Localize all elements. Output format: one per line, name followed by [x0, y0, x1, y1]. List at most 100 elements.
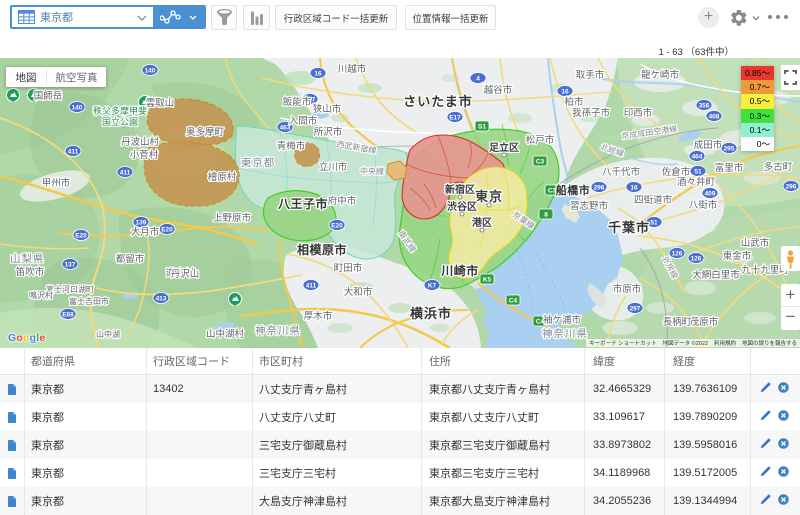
svg-text:厚木市: 厚木市	[304, 310, 333, 322]
svg-text:習志野市: 習志野市	[570, 200, 609, 212]
svg-text:大網白里市: 大網白里市	[692, 269, 740, 281]
svg-text:296: 296	[594, 184, 605, 191]
svg-text:八街市: 八街市	[689, 199, 718, 211]
svg-text:八王子市: 八王子市	[277, 196, 328, 211]
svg-text:296: 296	[786, 183, 797, 190]
svg-text:印西市: 印西市	[624, 107, 653, 119]
svg-text:297: 297	[630, 305, 641, 312]
svg-text:足立区: 足立区	[489, 141, 519, 154]
svg-text:16: 16	[561, 88, 569, 95]
svg-text:東金市: 東金市	[723, 250, 752, 262]
svg-text:16: 16	[630, 184, 638, 191]
svg-text:小菅村: 小菅村	[130, 149, 159, 161]
svg-text:411: 411	[68, 148, 79, 155]
svg-text:市原市: 市原市	[613, 283, 642, 295]
svg-text:140: 140	[72, 104, 83, 111]
svg-text:相模原市: 相模原市	[297, 242, 347, 257]
svg-text:K5: K5	[483, 277, 492, 284]
svg-text:鳴沢村: 鳴沢村	[29, 290, 53, 300]
svg-text:4: 4	[476, 75, 480, 82]
svg-text:E20: E20	[161, 226, 173, 233]
svg-text:8: 8	[544, 212, 548, 219]
svg-text:川越市: 川越市	[338, 63, 367, 75]
svg-text:大月市: 大月市	[131, 226, 160, 238]
svg-text:檜原村: 檜原村	[208, 171, 237, 183]
svg-text:東京都: 東京都	[241, 156, 276, 169]
svg-text:多古町: 多古町	[764, 161, 793, 173]
svg-text:取手市: 取手市	[576, 69, 605, 81]
svg-text:横浜市: 横浜市	[410, 306, 452, 321]
svg-text:295: 295	[724, 145, 735, 152]
svg-text:新宿区: 新宿区	[445, 183, 475, 196]
svg-text:山梨県: 山梨県	[10, 252, 45, 265]
svg-text:126: 126	[672, 250, 683, 257]
svg-text:上野原市: 上野原市	[213, 212, 252, 224]
svg-text:袖ケ浦市: 袖ケ浦市	[543, 314, 582, 326]
svg-text:四街道市: 四街道市	[634, 194, 673, 206]
svg-text:秩父多摩甲斐: 秩父多摩甲斐	[93, 105, 147, 116]
svg-text:富士吉田市: 富士吉田市	[69, 296, 109, 306]
svg-text:松戸市: 松戸市	[526, 134, 555, 146]
svg-text:雲取山: 雲取山	[146, 98, 175, 109]
svg-text:中央線: 中央線	[360, 166, 384, 176]
svg-text:C4: C4	[509, 298, 518, 305]
svg-text:国立公園: 国立公園	[102, 116, 138, 127]
svg-text:大和市: 大和市	[344, 286, 373, 298]
svg-text:E68: E68	[62, 311, 74, 318]
svg-text:山武市: 山武市	[741, 237, 770, 249]
svg-text:国師岳: 国師岳	[34, 90, 63, 102]
svg-text:411: 411	[306, 282, 317, 289]
svg-text:411: 411	[120, 169, 131, 176]
svg-text:茂原市: 茂原市	[690, 316, 719, 328]
svg-text:柏市: 柏市	[564, 96, 584, 108]
svg-text:東京: 東京	[475, 189, 503, 204]
svg-text:成田市: 成田市	[694, 139, 723, 151]
svg-text:E20: E20	[331, 222, 343, 229]
svg-text:神奈川県: 神奈川県	[255, 324, 301, 337]
svg-text:港区: 港区	[472, 216, 492, 229]
svg-text:甲州市: 甲州市	[42, 177, 71, 189]
svg-text:立川市: 立川市	[319, 161, 348, 173]
svg-text:126: 126	[691, 255, 702, 262]
svg-text:都留市: 都留市	[116, 253, 145, 265]
svg-text:C3: C3	[536, 159, 545, 166]
svg-text:356: 356	[699, 102, 710, 109]
svg-text:渋谷区: 渋谷区	[447, 200, 477, 213]
svg-text:丹沢山: 丹沢山	[171, 268, 200, 280]
svg-text:龍ケ崎市: 龍ケ崎市	[641, 69, 680, 81]
svg-text:139: 139	[136, 219, 147, 226]
svg-text:越谷市: 越谷市	[484, 84, 513, 96]
svg-text:山中湖: 山中湖	[96, 329, 120, 339]
svg-text:16: 16	[314, 70, 322, 77]
svg-text:137: 137	[65, 261, 76, 268]
svg-text:青梅市: 青梅市	[277, 140, 306, 152]
svg-text:入間市: 入間市	[289, 115, 318, 127]
svg-text:町田市: 町田市	[334, 262, 363, 274]
svg-text:飯能市: 飯能市	[283, 96, 312, 108]
svg-text:413: 413	[156, 295, 167, 302]
svg-text:長柄町: 長柄町	[663, 316, 692, 328]
svg-text:51: 51	[694, 168, 702, 175]
svg-text:K7: K7	[428, 282, 437, 289]
svg-text:E20: E20	[75, 232, 87, 239]
svg-text:S1: S1	[478, 124, 486, 131]
svg-text:E17: E17	[449, 114, 461, 121]
svg-text:140: 140	[145, 67, 156, 74]
svg-text:山中湖村: 山中湖村	[206, 328, 245, 340]
svg-text:船橋市: 船橋市	[556, 183, 591, 197]
svg-text:富里市: 富里市	[715, 162, 744, 174]
svg-text:409: 409	[705, 190, 716, 197]
svg-text:笛吹市: 笛吹市	[16, 266, 45, 278]
svg-text:464: 464	[692, 153, 703, 160]
svg-text:奥多摩町: 奥多摩町	[186, 126, 225, 138]
svg-text:狭山市: 狭山市	[313, 103, 342, 115]
svg-text:酒々井町: 酒々井町	[677, 176, 716, 188]
svg-text:我孫子市: 我孫子市	[572, 107, 611, 119]
svg-text:さいたま市: さいたま市	[403, 94, 473, 109]
svg-text:富士河口湖町: 富士河口湖町	[46, 284, 94, 294]
svg-text:所沢市: 所沢市	[314, 126, 343, 138]
svg-text:川崎市: 川崎市	[440, 263, 479, 278]
svg-text:丹波山村: 丹波山村	[121, 136, 160, 148]
svg-text:府中市: 府中市	[328, 195, 357, 207]
svg-text:八千代市: 八千代市	[602, 166, 641, 178]
